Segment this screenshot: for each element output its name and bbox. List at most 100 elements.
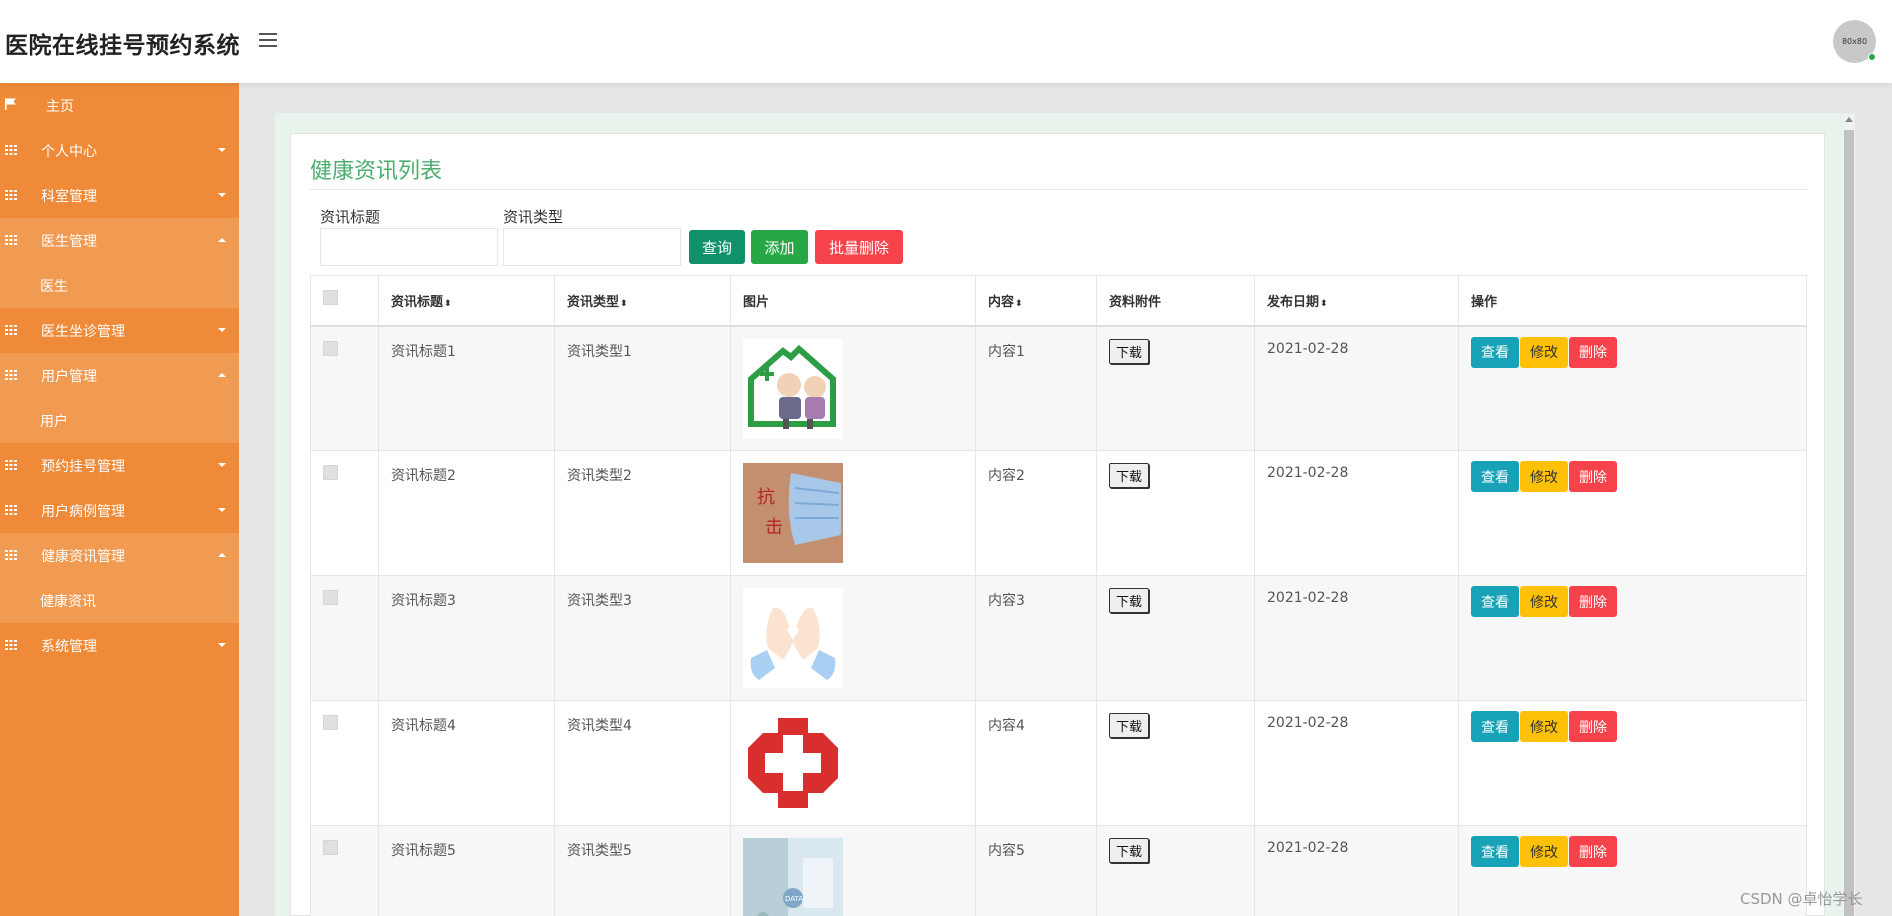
- download-button[interactable]: 下载: [1109, 588, 1150, 613]
- cell-attachment: 下载: [1096, 825, 1255, 916]
- row-select-cell: [310, 325, 379, 451]
- sidebar-item-6[interactable]: 预约挂号管理: [0, 443, 239, 488]
- sort-icon[interactable]: ⬍: [1320, 299, 1328, 309]
- cell-date: 2021-02-28: [1254, 825, 1459, 916]
- scrollbar-thumb[interactable]: [1844, 130, 1854, 916]
- select-all-checkbox[interactable]: [323, 290, 338, 305]
- edit-button[interactable]: 修改: [1520, 836, 1568, 867]
- edit-button[interactable]: 修改: [1520, 336, 1568, 368]
- row-checkbox[interactable]: [323, 590, 338, 605]
- list-card: 健康资讯列表 资讯标题 资讯类型 查询 添加 批量删除 资讯标题⬍ 资讯类型⬍ …: [290, 133, 1825, 916]
- caret-up-icon: [218, 238, 226, 242]
- view-button[interactable]: 查看: [1471, 336, 1519, 368]
- query-button[interactable]: 查询: [689, 230, 745, 264]
- delete-button[interactable]: 删除: [1569, 836, 1617, 867]
- scroll-up-arrow-icon[interactable]: [1845, 117, 1853, 122]
- svg-text:抗: 抗: [757, 487, 775, 508]
- batch-delete-button[interactable]: 批量删除: [815, 230, 903, 264]
- edit-button[interactable]: 修改: [1520, 711, 1568, 742]
- col-date[interactable]: 发布日期⬍: [1254, 275, 1459, 327]
- face-mask-image: 抗击: [743, 463, 963, 563]
- cell-content: 内容3: [975, 575, 1097, 701]
- sidebar-subitem-8[interactable]: 健康资讯: [0, 578, 239, 623]
- view-button[interactable]: 查看: [1471, 461, 1519, 492]
- search-type-label: 资讯类型: [503, 208, 564, 226]
- view-button[interactable]: 查看: [1471, 836, 1519, 867]
- heart-hands-image: [743, 588, 963, 688]
- cell-date: 2021-02-28: [1254, 575, 1459, 701]
- row-checkbox[interactable]: [323, 340, 338, 356]
- svg-text:击: 击: [765, 517, 783, 538]
- delete-button[interactable]: 删除: [1569, 586, 1617, 617]
- delete-button[interactable]: 删除: [1569, 336, 1617, 368]
- select-all-cell: [310, 275, 379, 327]
- page-title: 健康资讯列表: [310, 159, 443, 184]
- cell-attachment: 下载: [1096, 450, 1255, 576]
- delete-button[interactable]: 删除: [1569, 461, 1617, 492]
- edit-button[interactable]: 修改: [1520, 586, 1568, 617]
- table-row: 资讯标题5 资讯类型5 DATA 内容5 下载 2021-02-28 查看 修改 删除: [310, 825, 1807, 916]
- cell-title: 资讯标题4: [378, 700, 555, 826]
- sidebar-item-9[interactable]: 系统管理: [0, 623, 239, 668]
- title-divider: [310, 189, 1807, 190]
- news-table: 资讯标题⬍ 资讯类型⬍ 图片 内容⬍ 资料附件 发布日期⬍ 操作 资讯标题1 资讯…: [310, 275, 1807, 916]
- view-button[interactable]: 查看: [1471, 711, 1519, 742]
- search-type-input[interactable]: [503, 228, 681, 266]
- download-button[interactable]: 下载: [1109, 338, 1150, 364]
- cell-date: 2021-02-28: [1254, 450, 1459, 576]
- download-button[interactable]: 下载: [1109, 838, 1150, 863]
- sidebar-item-8[interactable]: 健康资讯管理: [0, 533, 239, 578]
- sidebar-subitem-label: 用户: [40, 413, 68, 430]
- row-select-cell: [310, 825, 379, 916]
- row-checkbox[interactable]: [323, 465, 338, 480]
- caret-up-icon: [218, 553, 226, 557]
- sidebar-item-7[interactable]: 用户病例管理: [0, 488, 239, 533]
- col-type[interactable]: 资讯类型⬍: [554, 275, 731, 327]
- cell-image: 抗击: [730, 450, 976, 576]
- caret-down-icon: [218, 148, 226, 152]
- sort-icon[interactable]: ⬍: [620, 299, 628, 309]
- sidebar-item-label: 预约挂号管理: [41, 458, 125, 475]
- sidebar-item-2[interactable]: 科室管理: [0, 173, 239, 218]
- search-title-input[interactable]: [320, 228, 498, 266]
- cell-actions: 查看 修改 删除: [1458, 450, 1807, 576]
- sidebar-subitem-5[interactable]: 用户: [0, 398, 239, 443]
- cell-content: 内容5: [975, 825, 1097, 916]
- sidebar-subitem-3[interactable]: 医生: [0, 263, 239, 308]
- sidebar-item-label: 个人中心: [41, 143, 97, 160]
- menu-toggle-icon[interactable]: [259, 33, 277, 47]
- sidebar-subitem-label: 健康资讯: [40, 593, 96, 610]
- sidebar-item-5[interactable]: 用户管理: [0, 353, 239, 398]
- cell-type: 资讯类型5: [554, 825, 731, 916]
- row-select-cell: [310, 700, 379, 826]
- sidebar-item-3[interactable]: 医生管理: [0, 218, 239, 263]
- row-checkbox[interactable]: [323, 715, 338, 730]
- cell-type: 资讯类型4: [554, 700, 731, 826]
- cell-image: [730, 575, 976, 701]
- view-button[interactable]: 查看: [1471, 586, 1519, 617]
- download-button[interactable]: 下载: [1109, 713, 1150, 738]
- cell-actions: 查看 修改 删除: [1458, 700, 1807, 826]
- download-button[interactable]: 下载: [1109, 463, 1150, 488]
- caret-down-icon: [218, 463, 226, 467]
- app-title: 医院在线挂号预约系统: [5, 33, 240, 59]
- cell-title: 资讯标题2: [378, 450, 555, 576]
- sidebar-item-label: 主页: [46, 98, 74, 115]
- sort-icon[interactable]: ⬍: [1015, 299, 1023, 309]
- cell-type: 资讯类型2: [554, 450, 731, 576]
- sidebar-item-label: 系统管理: [41, 638, 97, 655]
- sidebar-item-0[interactable]: 主页: [0, 83, 239, 128]
- sidebar-item-1[interactable]: 个人中心: [0, 128, 239, 173]
- delete-button[interactable]: 删除: [1569, 711, 1617, 742]
- sidebar-item-4[interactable]: 医生坐诊管理: [0, 308, 239, 353]
- col-content[interactable]: 内容⬍: [975, 275, 1097, 327]
- edit-button[interactable]: 修改: [1520, 461, 1568, 492]
- top-header: 医院在线挂号预约系统 80x80: [0, 0, 1892, 83]
- row-checkbox[interactable]: [323, 840, 338, 855]
- col-title[interactable]: 资讯标题⬍: [378, 275, 555, 327]
- add-button[interactable]: 添加: [751, 230, 808, 264]
- cell-date: 2021-02-28: [1254, 325, 1459, 451]
- online-status-dot: [1868, 53, 1876, 61]
- cell-content: 内容4: [975, 700, 1097, 826]
- sort-icon[interactable]: ⬍: [444, 299, 452, 309]
